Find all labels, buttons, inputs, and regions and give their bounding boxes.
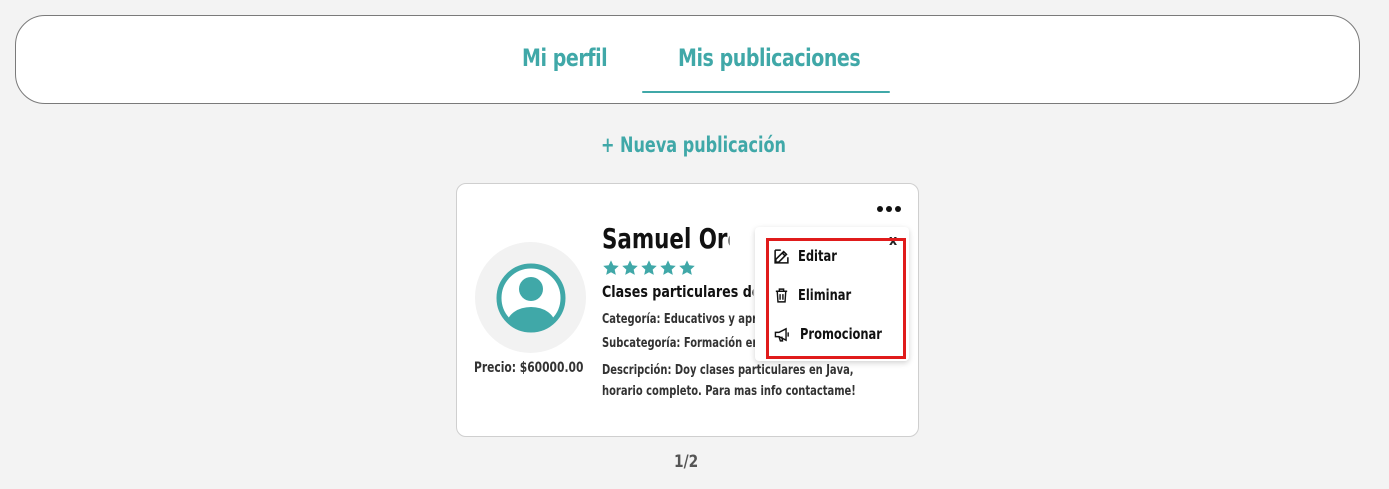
edit-menu-item[interactable]: Editar bbox=[773, 247, 844, 265]
delete-label: Eliminar bbox=[798, 286, 852, 304]
active-tab-indicator bbox=[642, 91, 890, 93]
star-icon bbox=[679, 260, 695, 275]
star-icon bbox=[641, 260, 657, 275]
star-icon bbox=[603, 260, 619, 275]
new-post-button[interactable]: + Nueva publicación bbox=[601, 133, 786, 157]
trash-icon bbox=[775, 287, 788, 303]
tab-my-profile[interactable]: Mi perfil bbox=[522, 44, 608, 72]
post-subcategory: Subcategoría: Formación en programación bbox=[602, 336, 755, 351]
promote-menu-item[interactable]: Promocionar bbox=[773, 325, 896, 343]
avatar bbox=[475, 242, 586, 353]
options-menu: x Editar Eliminar Promocionar bbox=[755, 227, 909, 361]
post-author-name: Samuel Ordoñez bbox=[602, 222, 730, 255]
delete-menu-item[interactable]: Eliminar bbox=[773, 286, 861, 304]
post-category: Categoría: Educativos y aprendizaje bbox=[602, 312, 755, 327]
star-icon bbox=[660, 260, 676, 275]
edit-label: Editar bbox=[798, 247, 837, 265]
promote-label: Promocionar bbox=[800, 325, 882, 343]
pagination-indicator: 1/2 bbox=[674, 452, 699, 472]
post-price: Precio: $60000.00 bbox=[474, 360, 584, 376]
megaphone-icon bbox=[774, 327, 789, 342]
more-options-icon[interactable] bbox=[877, 206, 901, 212]
tab-my-posts[interactable]: Mis publicaciones bbox=[678, 44, 861, 72]
edit-icon bbox=[774, 248, 789, 264]
star-icon bbox=[622, 260, 638, 275]
post-title: Clases particulares de Java bbox=[602, 282, 753, 301]
top-navigation: Mi perfil Mis publicaciones bbox=[15, 15, 1360, 104]
user-icon bbox=[496, 263, 565, 332]
post-description: Descripción: Doy clases particulares en … bbox=[602, 363, 856, 399]
rating-stars bbox=[602, 259, 696, 277]
close-menu-button[interactable]: x bbox=[889, 233, 897, 249]
